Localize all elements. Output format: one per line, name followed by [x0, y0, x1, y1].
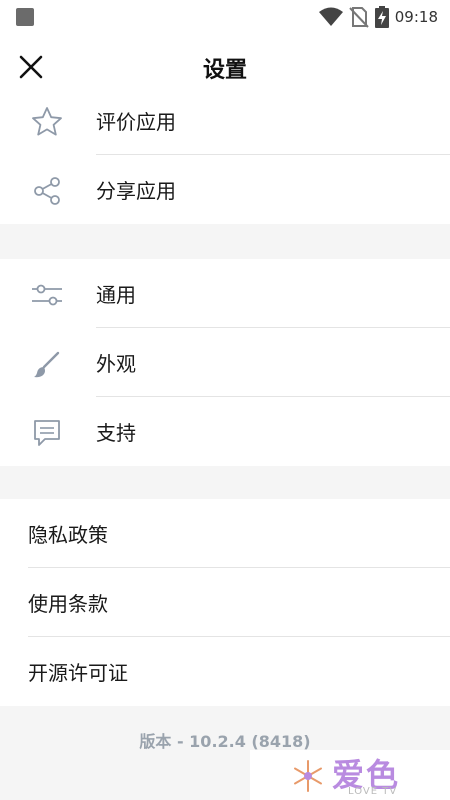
open-source-licenses-item[interactable]: 开源许可证	[0, 637, 450, 706]
sliders-icon	[30, 278, 64, 312]
share-icon	[30, 174, 64, 208]
share-app-label: 分享应用	[96, 179, 176, 203]
status-icons: 09:18	[318, 5, 438, 29]
version-text: 版本 - 10.2.4 (8418)	[139, 732, 311, 751]
privacy-policy-label: 隐私政策	[28, 523, 108, 547]
no-sim-icon	[349, 7, 369, 28]
share-app-item[interactable]: 分享应用	[0, 155, 450, 224]
status-time: 09:18	[394, 8, 438, 26]
terms-of-use-label: 使用条款	[28, 592, 108, 616]
terms-of-use-item[interactable]: 使用条款	[0, 568, 450, 637]
chat-icon	[30, 416, 64, 450]
general-item[interactable]: 通用	[0, 259, 450, 328]
support-item[interactable]: 支持	[0, 397, 450, 466]
appearance-label: 外观	[96, 352, 136, 376]
support-label: 支持	[96, 421, 136, 445]
general-label: 通用	[96, 283, 136, 307]
battery-charging-icon	[374, 6, 389, 28]
watermark: 爱色 LOVE TV	[250, 750, 450, 800]
brush-icon	[30, 347, 64, 381]
open-source-licenses-label: 开源许可证	[28, 661, 128, 685]
wifi-icon	[318, 7, 343, 26]
section-settings: 通用 外观 支持	[0, 259, 450, 466]
notification-icon	[16, 8, 34, 26]
snowflake-icon	[294, 760, 322, 792]
status-bar: 09:18	[0, 0, 450, 34]
watermark-subtitle: LOVE TV	[348, 786, 398, 797]
page-title: 设置	[202, 58, 247, 83]
rate-app-label: 评价应用	[96, 110, 176, 134]
section-legal: 隐私政策 使用条款 开源许可证	[0, 499, 450, 706]
star-icon	[30, 105, 64, 139]
rate-app-item[interactable]: 评价应用	[0, 86, 450, 155]
appearance-item[interactable]: 外观	[0, 328, 450, 397]
section-app: 评价应用 分享应用	[0, 86, 450, 224]
privacy-policy-item[interactable]: 隐私政策	[0, 499, 450, 568]
